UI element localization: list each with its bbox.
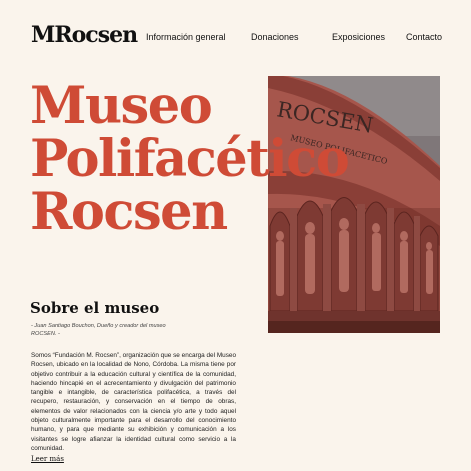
about-quote: - Juan Santiago Bouchon, Dueño y creador… xyxy=(31,323,166,337)
hero-title-line-3: Rocsen xyxy=(30,182,228,242)
hero-title: Museo Polifacético Rocsen xyxy=(30,76,350,242)
nav-informacion-general[interactable]: Información general xyxy=(146,32,226,42)
about-body: Somos “Fundación M. Rocsen”, organizació… xyxy=(31,352,236,452)
read-more-link[interactable]: Leer más xyxy=(31,455,64,463)
nav-contacto[interactable]: Contacto xyxy=(406,32,442,42)
about-title: Sobre el museo xyxy=(30,299,160,317)
nav-exposiciones[interactable]: Exposiciones xyxy=(332,32,385,42)
hero-title-line-1: Museo xyxy=(30,76,213,136)
nav-donaciones[interactable]: Donaciones xyxy=(251,32,299,42)
site-logo[interactable]: MRocsen xyxy=(31,22,138,48)
hero-title-line-2: Polifacético xyxy=(30,129,350,189)
